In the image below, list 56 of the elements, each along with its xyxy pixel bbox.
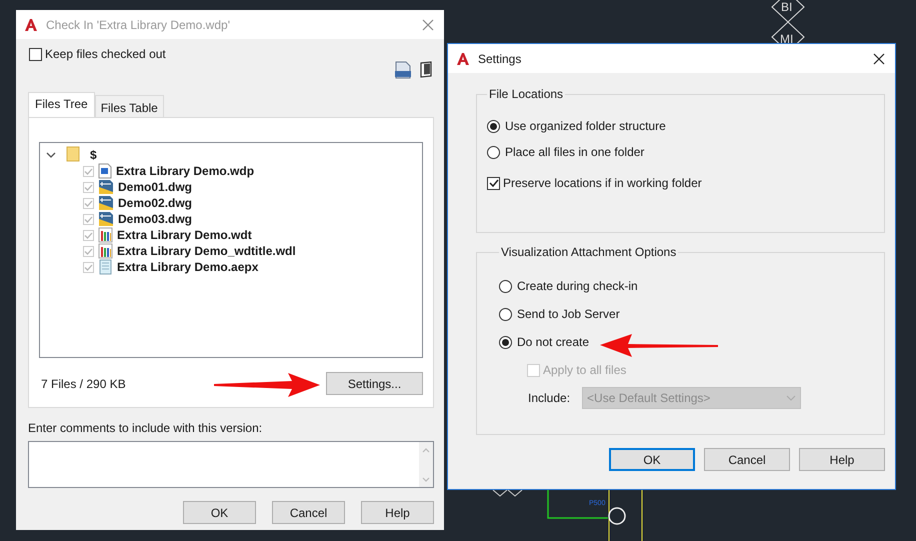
checkbox-label: Apply to all files xyxy=(543,363,626,377)
file-count: 7 Files / 290 KB xyxy=(41,376,126,390)
project-file-icon xyxy=(98,163,112,179)
group-title: Visualization Attachment Options xyxy=(500,245,678,259)
checkbox[interactable] xyxy=(29,48,42,60)
caret-icon xyxy=(786,395,796,401)
radio-label: Create during check-in xyxy=(517,279,638,293)
dialog-button[interactable]: Cancel xyxy=(272,501,345,524)
dialog-button[interactable]: Help xyxy=(361,501,434,524)
radio-label: Place all files in one folder xyxy=(505,145,644,159)
diagram-label: MI xyxy=(780,32,794,46)
tab[interactable]: Files Tree xyxy=(28,92,95,117)
drawing-file-icon xyxy=(98,211,114,227)
radio-label: Use organized folder structure xyxy=(505,119,666,133)
include-label: Include: xyxy=(528,391,570,405)
tab[interactable]: Files Table xyxy=(94,95,164,117)
comments-label: Enter comments to include with this version: xyxy=(28,421,264,435)
app-logo-icon xyxy=(24,18,38,32)
tree-item[interactable]: Extra Library Demo.wdp xyxy=(116,164,254,178)
radio-button[interactable] xyxy=(499,280,512,292)
window-title: Check In 'Extra Library Demo.wdp' xyxy=(46,18,231,32)
checkbox-label: Preserve locations if in working folder xyxy=(503,176,702,190)
radio-button[interactable] xyxy=(487,146,500,158)
radio-label: Do not create xyxy=(517,335,590,349)
dialog-button[interactable]: OK xyxy=(609,448,695,471)
library-file-icon xyxy=(98,243,113,259)
folder-icon xyxy=(66,146,80,164)
dialog-button[interactable]: Cancel xyxy=(704,448,790,471)
expand-icon[interactable] xyxy=(46,150,56,160)
radio-button[interactable] xyxy=(499,336,512,348)
radio-button[interactable] xyxy=(487,120,500,132)
tree-item[interactable]: Extra Library Demo.wdt xyxy=(117,228,252,242)
app-logo-icon xyxy=(456,52,470,66)
tree-item[interactable]: Demo03.dwg xyxy=(118,212,192,226)
notepad-icon xyxy=(98,259,113,275)
group-title: File Locations xyxy=(488,87,564,101)
tree-item[interactable]: Extra Library Demo_wdtitle.wdl xyxy=(117,244,296,258)
window-title: Settings xyxy=(478,52,522,66)
library-file-icon xyxy=(98,227,113,243)
dialog-button[interactable]: Help xyxy=(799,448,885,471)
comments-field[interactable] xyxy=(28,441,434,488)
drawing-file-icon xyxy=(98,179,114,195)
diagram-label: BI xyxy=(781,0,792,14)
tree-item[interactable]: Extra Library Demo.aepx xyxy=(117,260,258,274)
close-icon[interactable] xyxy=(873,52,885,64)
radio-label: Send to Job Server xyxy=(517,307,620,321)
radio-button[interactable] xyxy=(499,308,512,320)
settings-button[interactable]: Settings... xyxy=(326,372,423,395)
dialog-button[interactable]: OK xyxy=(183,501,256,524)
tree-item[interactable]: $ xyxy=(90,148,97,162)
checkbox[interactable] xyxy=(487,176,500,190)
drawing-file-icon xyxy=(98,195,114,211)
tree-item[interactable]: Demo01.dwg xyxy=(118,180,192,194)
checkbox-label: Keep files checked out xyxy=(45,47,166,61)
scrollbar[interactable] xyxy=(419,442,433,487)
tree-item[interactable]: Demo02.dwg xyxy=(118,196,192,210)
